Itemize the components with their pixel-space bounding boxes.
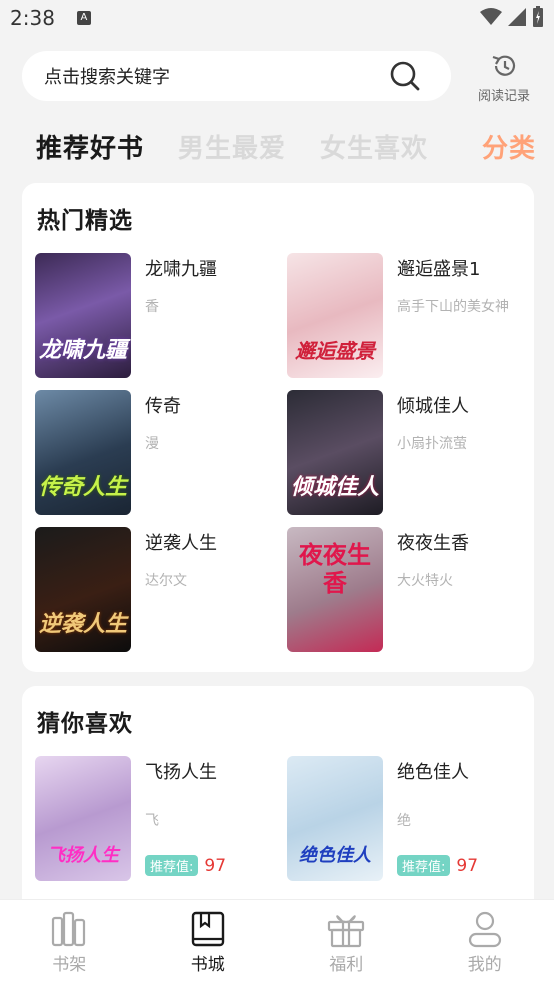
section-title: 猜你喜欢 — [37, 711, 133, 737]
book-author: 漫 — [145, 436, 159, 452]
recommend-value: 97 — [204, 855, 227, 876]
tab-categories[interactable]: 分类 — [482, 128, 536, 165]
book-cover: 邂逅盛景 — [287, 253, 383, 378]
nav-bookstore[interactable]: 书城 — [168, 910, 248, 975]
search-row: 点击搜索关键字 阅读记录 — [22, 51, 542, 104]
cover-title: 龙啸九疆 — [38, 338, 127, 363]
book-author: 大火特火 — [397, 573, 453, 589]
user-icon — [468, 911, 501, 948]
book-cover: 倾城佳人 — [287, 390, 383, 515]
history-icon — [492, 55, 516, 76]
recommend-badge: 推荐值: — [397, 855, 451, 876]
tab-male[interactable]: 男生最爱 — [178, 128, 286, 165]
cover-title: 邂逅盛景 — [295, 339, 375, 363]
book-item[interactable]: 邂逅盛景 邂逅盛景1 高手下山的美女神 — [287, 253, 527, 378]
history-label: 阅读记录 — [477, 89, 530, 104]
book-title: 倾城佳人 — [397, 396, 469, 417]
battery-icon — [533, 6, 543, 27]
hot-picks-section: 热门精选 龙啸九疆 龙啸九疆 香 邂逅盛景 邂逅盛景1 高手下山的美女神 传奇人… — [22, 183, 534, 672]
category-tabs: 推荐好书 男生最爱 女生喜欢 分类 — [36, 128, 536, 172]
search-icon[interactable] — [389, 60, 421, 92]
book-author: 香 — [145, 299, 159, 315]
book-title: 龙啸九疆 — [145, 259, 217, 280]
book-item[interactable]: 传奇人生 传奇 漫 — [35, 390, 275, 515]
cover-title: 倾城佳人 — [290, 475, 379, 500]
guess-you-like-section: 猜你喜欢 飞扬人生 飞扬人生 飞 推荐值: 97 绝色佳人 绝色佳人 绝 推荐值… — [22, 686, 534, 926]
recommend-badge: 推荐值: — [145, 855, 199, 876]
search-input[interactable]: 点击搜索关键字 — [22, 51, 451, 101]
book-cover: 夜夜生香 — [287, 527, 383, 652]
book-item[interactable]: 倾城佳人 倾城佳人 小扇扑流萤 — [287, 390, 527, 515]
recommend-score: 推荐值: 97 — [397, 855, 478, 876]
book-title: 夜夜生香 — [397, 533, 469, 554]
nav-profile[interactable]: 我的 — [445, 910, 525, 975]
book-item[interactable]: 龙啸九疆 龙啸九疆 香 — [35, 253, 275, 378]
cover-title: 绝色佳人 — [299, 845, 371, 866]
cover-title: 逆袭人生 — [38, 612, 127, 637]
bookshelf-icon — [52, 911, 86, 947]
book-author: 小扇扑流萤 — [397, 436, 467, 452]
section-title: 热门精选 — [37, 208, 133, 234]
status-time: 2:38 — [10, 6, 55, 30]
status-bar: 2:38 A — [0, 0, 554, 36]
book-icon — [191, 911, 224, 947]
book-cover: 绝色佳人 — [287, 756, 383, 881]
nav-label: 书城 — [190, 955, 225, 975]
book-item[interactable]: 飞扬人生 飞扬人生 飞 推荐值: 97 — [35, 756, 275, 881]
book-title: 逆袭人生 — [145, 533, 217, 554]
search-placeholder: 点击搜索关键字 — [44, 67, 170, 88]
reading-history-button[interactable]: 阅读记录 — [472, 53, 536, 104]
tab-recommended[interactable]: 推荐好书 — [36, 128, 144, 165]
book-cover: 传奇人生 — [35, 390, 131, 515]
signal-icon — [508, 8, 526, 26]
book-cover: 飞扬人生 — [35, 756, 131, 881]
book-item[interactable]: 夜夜生香 夜夜生香 大火特火 — [287, 527, 527, 652]
nav-label: 书架 — [52, 955, 87, 975]
book-author: 绝 — [397, 813, 411, 829]
book-cover: 逆袭人生 — [35, 527, 131, 652]
nav-benefits[interactable]: 福利 — [306, 910, 386, 975]
nav-label: 福利 — [329, 955, 364, 975]
nav-bookshelf[interactable]: 书架 — [29, 910, 109, 975]
cover-title: 传奇人生 — [38, 475, 127, 500]
nav-label: 我的 — [467, 955, 502, 975]
book-item[interactable]: 绝色佳人 绝色佳人 绝 推荐值: 97 — [287, 756, 527, 881]
book-author: 飞 — [145, 813, 159, 829]
gift-icon — [328, 915, 365, 948]
bottom-navigation: 书架 书城 福利 我的 — [0, 899, 554, 985]
book-title: 绝色佳人 — [397, 762, 469, 783]
cover-title: 夜夜生香 — [299, 541, 371, 597]
recommend-score: 推荐值: 97 — [145, 855, 226, 876]
status-icons — [480, 6, 544, 28]
tab-female[interactable]: 女生喜欢 — [320, 128, 428, 165]
cover-title: 飞扬人生 — [47, 845, 119, 866]
book-author: 高手下山的美女神 — [397, 299, 509, 315]
book-author: 达尔文 — [145, 573, 187, 589]
book-title: 传奇 — [145, 396, 181, 417]
recommend-value: 97 — [456, 855, 479, 876]
book-cover: 龙啸九疆 — [35, 253, 131, 378]
book-title: 飞扬人生 — [145, 762, 217, 783]
sim-icon: A — [76, 11, 91, 25]
wifi-icon — [480, 8, 502, 25]
book-title: 邂逅盛景1 — [397, 259, 481, 280]
book-item[interactable]: 逆袭人生 逆袭人生 达尔文 — [35, 527, 275, 652]
